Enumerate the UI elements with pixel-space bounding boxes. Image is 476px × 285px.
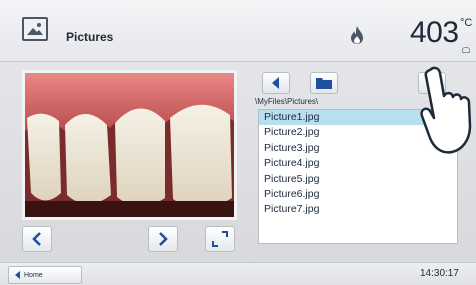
- main-content: \MyFiles\Pictures\ Picture1.jpg Picture2…: [0, 62, 476, 262]
- home-label: Home: [24, 271, 43, 279]
- picture-icon: [22, 17, 48, 41]
- back-arrow-icon: [272, 77, 279, 89]
- picture-preview: [22, 70, 237, 220]
- previous-picture-button[interactable]: [22, 226, 52, 252]
- temperature-value: 403: [410, 16, 459, 49]
- list-item[interactable]: Picture5.jpg: [259, 172, 457, 187]
- footer-bar: Home 14:30:17: [0, 262, 476, 285]
- clock: 14:30:17: [420, 268, 459, 279]
- fullscreen-icon: [212, 231, 228, 247]
- chevron-right-icon: [159, 232, 168, 246]
- back-folder-button[interactable]: [262, 72, 290, 94]
- back-arrow-icon: [15, 271, 20, 279]
- open-folder-button[interactable]: [310, 72, 338, 94]
- folder-path: \MyFiles\Pictures\: [255, 97, 319, 106]
- list-item[interactable]: Picture6.jpg: [259, 187, 457, 202]
- flame-icon: [350, 26, 364, 49]
- chevron-left-icon: [32, 232, 41, 246]
- list-item[interactable]: Picture7.jpg: [259, 202, 457, 217]
- pointing-hand-icon: [420, 66, 476, 161]
- fullscreen-button[interactable]: [205, 226, 235, 252]
- page-title: Pictures: [66, 30, 114, 44]
- vacuum-icon: [462, 47, 470, 53]
- header-bar: Pictures 403 °C: [0, 0, 476, 62]
- home-button[interactable]: Home: [8, 266, 82, 284]
- temperature-unit: °C: [460, 17, 473, 29]
- folder-icon: [316, 78, 332, 89]
- next-picture-button[interactable]: [148, 226, 178, 252]
